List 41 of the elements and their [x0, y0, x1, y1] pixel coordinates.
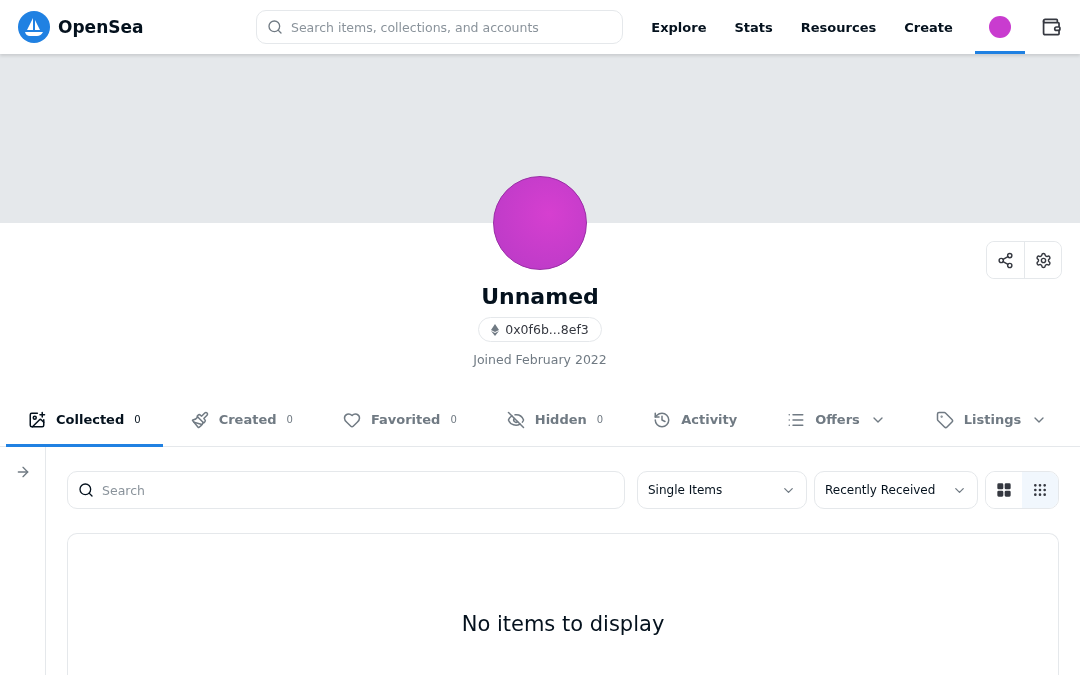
search-icon	[267, 19, 283, 35]
search-field[interactable]: Search items, collections, and accounts	[256, 10, 624, 44]
profile-tab[interactable]: Hidden 0	[484, 395, 626, 447]
share-icon	[997, 251, 1014, 269]
empty-message: No items to display	[461, 612, 665, 638]
type-dropdown[interactable]: Single Items	[637, 471, 807, 509]
sort-dropdown[interactable]: Recently Received	[814, 471, 978, 509]
ethereum-icon	[491, 323, 500, 336]
tab-count: 0	[450, 414, 457, 425]
small-grid-button[interactable]	[1022, 472, 1058, 508]
nav-link[interactable]: Resources	[786, 19, 891, 35]
history-icon	[653, 410, 672, 429]
tab-count: 0	[596, 414, 604, 425]
tab-count: 0	[134, 414, 141, 425]
profile-tab[interactable]: Collected 0	[6, 395, 163, 447]
wallet-address: 0x0f6b...8ef3	[505, 322, 589, 337]
nav-link[interactable]: Explore	[637, 19, 721, 35]
profile-tab[interactable]: Activity	[631, 395, 760, 447]
tab-count: 0	[286, 414, 293, 425]
profile-tab[interactable]: Favorited 0	[320, 395, 479, 447]
joined-date: Joined February 2022	[473, 352, 607, 367]
heart-icon	[342, 410, 361, 429]
nav-link[interactable]: Stats	[720, 19, 787, 35]
eye-off-icon	[506, 410, 525, 429]
tag-icon	[935, 410, 954, 429]
wallet-icon[interactable]	[1041, 16, 1062, 38]
logo-icon[interactable]	[18, 11, 50, 43]
profile-tab[interactable]: Offers	[765, 395, 908, 447]
profile-tab[interactable]: Listings	[913, 395, 1070, 447]
brand-name[interactable]: OpenSea	[58, 17, 144, 37]
settings-button[interactable]	[1024, 242, 1061, 278]
search-field[interactable]: Search	[67, 471, 625, 509]
large-grid-icon	[996, 482, 1012, 498]
small-grid-icon	[1032, 482, 1048, 498]
avatar-icon	[989, 16, 1012, 38]
profile-tab[interactable]: Created 0	[168, 395, 315, 447]
nav-link[interactable]: Create	[890, 19, 967, 35]
settings-icon	[1034, 251, 1052, 269]
profile-name: Unnamed	[481, 284, 599, 309]
search-icon	[78, 482, 94, 498]
image-plus-icon	[28, 410, 46, 429]
